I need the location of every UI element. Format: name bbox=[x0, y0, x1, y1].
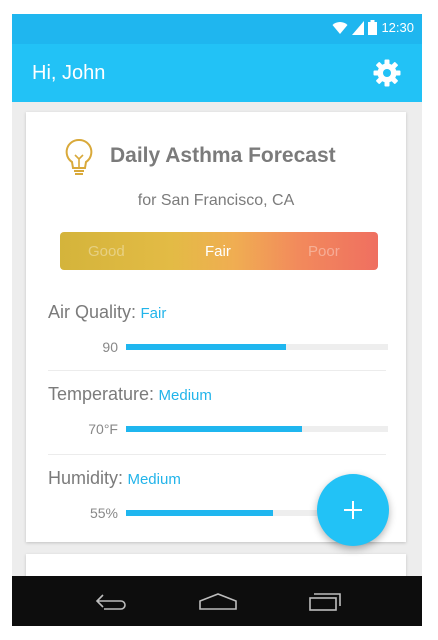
metric-value: 55% bbox=[89, 505, 118, 521]
forecast-scale: Good Fair Poor bbox=[60, 232, 378, 270]
recents-icon[interactable] bbox=[308, 592, 342, 612]
back-icon[interactable] bbox=[94, 592, 130, 612]
home-icon[interactable] bbox=[198, 592, 238, 612]
divider bbox=[48, 454, 386, 455]
scale-label-current: Fair bbox=[205, 243, 231, 260]
metric-value: 70°F bbox=[88, 421, 118, 437]
greeting-title: Hi, John bbox=[32, 62, 106, 84]
plus-icon bbox=[344, 501, 362, 519]
signal-icon bbox=[352, 20, 365, 35]
app-bar: Hi, John bbox=[12, 44, 422, 102]
metric-level: Fair bbox=[140, 305, 167, 322]
phone-screen: 12:30 Hi, John Daily Asthma Forecast for… bbox=[12, 14, 422, 626]
forecast-location: for San Francisco, CA bbox=[137, 192, 295, 209]
metric-bar-fill bbox=[126, 510, 273, 516]
metric-value: 90 bbox=[102, 339, 118, 355]
status-icons: 12:30 bbox=[332, 20, 414, 35]
gear-icon[interactable] bbox=[372, 58, 402, 88]
metric-label: Air Quality: bbox=[48, 302, 137, 322]
scale-label-poor: Poor bbox=[308, 243, 340, 260]
metric-bar bbox=[126, 344, 388, 350]
metric-bar-fill bbox=[126, 426, 302, 432]
metric-label: Humidity: bbox=[48, 468, 124, 488]
add-button[interactable] bbox=[317, 474, 389, 546]
navigation-bar bbox=[12, 576, 422, 626]
status-time: 12:30 bbox=[381, 20, 414, 35]
scale-label-good: Good bbox=[88, 243, 125, 260]
forecast-title: Daily Asthma Forecast bbox=[110, 144, 336, 167]
lightbulb-icon bbox=[65, 138, 93, 175]
metric-row: 70°F bbox=[48, 419, 388, 439]
metric-label: Temperature: bbox=[48, 384, 155, 404]
metric-level: Medium bbox=[127, 471, 181, 488]
wifi-icon bbox=[332, 21, 348, 34]
status-bar: 12:30 bbox=[12, 14, 422, 44]
metric-row: 90 bbox=[48, 337, 388, 357]
metric-level: Medium bbox=[158, 387, 212, 404]
battery-icon bbox=[368, 20, 378, 35]
metric-bar-fill bbox=[126, 344, 286, 350]
metric-air-quality: Air Quality: Fair 90 bbox=[48, 302, 388, 357]
divider bbox=[48, 370, 386, 371]
metric-temperature: Temperature: Medium 70°F bbox=[48, 384, 388, 439]
metric-bar bbox=[126, 426, 388, 432]
